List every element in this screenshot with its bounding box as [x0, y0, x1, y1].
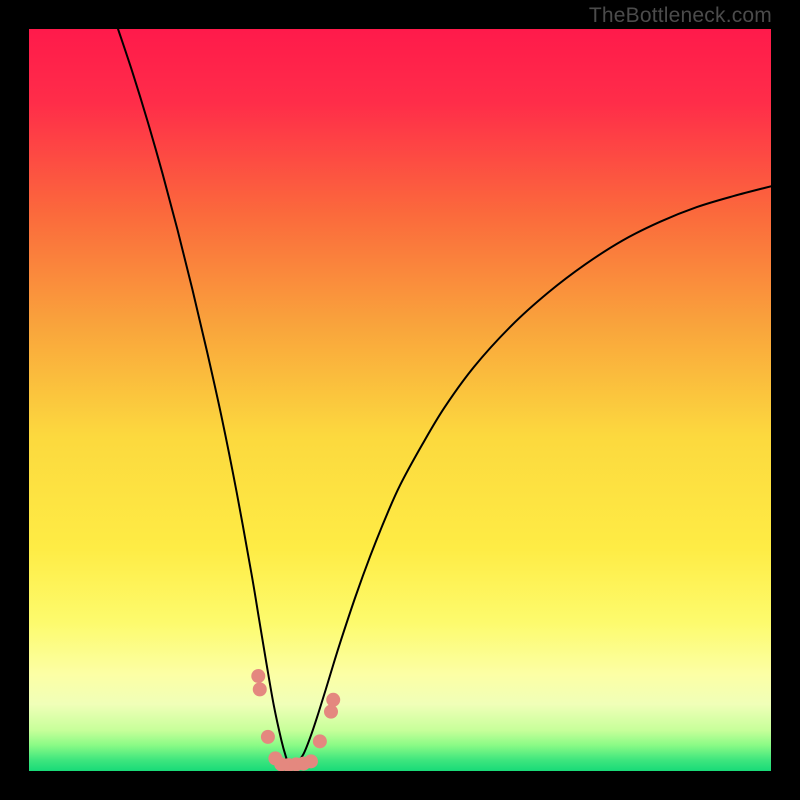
- plot-area: [29, 29, 771, 771]
- highlight-dot: [261, 730, 275, 744]
- highlight-dot: [251, 669, 265, 683]
- highlight-dot: [326, 693, 340, 707]
- watermark-text: TheBottleneck.com: [589, 4, 772, 28]
- highlight-dot: [324, 705, 338, 719]
- chart-canvas: [29, 29, 771, 771]
- highlight-dot: [313, 734, 327, 748]
- highlight-dot: [304, 754, 318, 768]
- highlight-dot: [253, 682, 267, 696]
- gradient-background: [29, 29, 771, 771]
- outer-frame: TheBottleneck.com: [0, 0, 800, 800]
